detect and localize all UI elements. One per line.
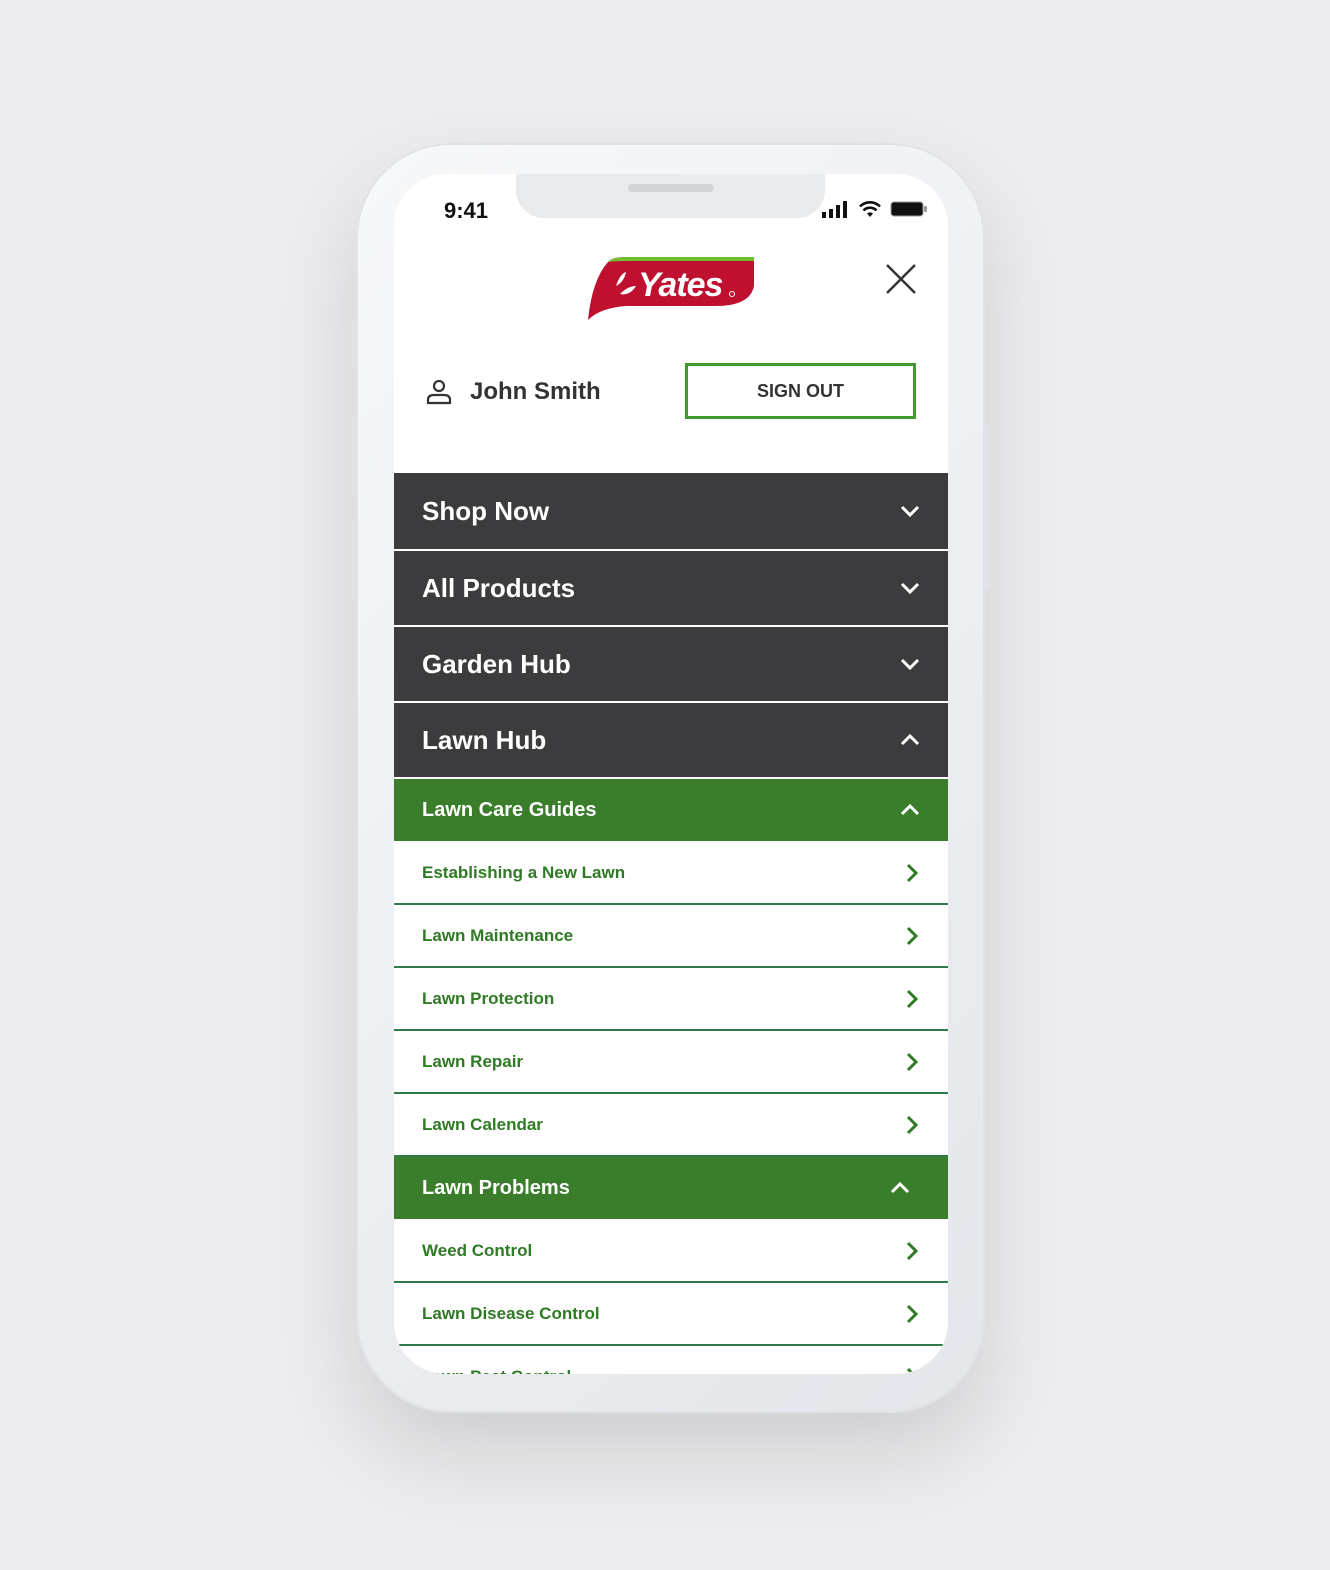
phone-button: [352, 415, 357, 495]
phone-button: [984, 425, 989, 590]
status-icons: [822, 200, 928, 218]
chevron-up-icon: [900, 804, 920, 816]
menu-all-products[interactable]: All Products: [394, 551, 948, 627]
menu-link-item[interactable]: Weed Control: [394, 1220, 948, 1283]
menu-link-label: Lawn Calendar: [422, 1114, 543, 1134]
chevron-right-icon: [906, 989, 918, 1008]
submenu-label: Lawn Care Guides: [422, 798, 597, 821]
phone-button: [352, 520, 357, 600]
menu-link-item[interactable]: Lawn Calendar: [394, 1094, 948, 1157]
menu-link-item[interactable]: Lawn Repair: [394, 1031, 948, 1094]
close-icon[interactable]: [884, 262, 918, 296]
battery-icon: [890, 201, 927, 217]
menu-link-item[interactable]: Lawn Maintenance: [394, 905, 948, 968]
chevron-right-icon: [906, 1304, 918, 1323]
menu-lawn-hub[interactable]: Lawn Hub: [394, 703, 948, 779]
menu-link-label: Lawn Disease Control: [422, 1303, 600, 1323]
chevron-right-icon: [906, 1052, 918, 1071]
chevron-up-icon: [890, 1182, 910, 1194]
nav-menu: Shop Now All Products Garden Hub Lawn Hu…: [394, 473, 948, 1374]
menu-link-item[interactable]: Lawn Pest Control: [394, 1346, 948, 1374]
signal-icon: [822, 201, 847, 218]
menu-garden-hub[interactable]: Garden Hub: [394, 627, 948, 703]
chevron-right-icon: [906, 1115, 918, 1134]
submenu-lawn-care-guides[interactable]: Lawn Care Guides: [394, 779, 948, 842]
logo-text: Yates: [638, 266, 723, 304]
chevron-up-icon: [900, 734, 920, 746]
sign-out-button[interactable]: SIGN OUT: [685, 363, 916, 419]
phone-screen: 9:41 Yates John Smith SIGN OUT Shop Now …: [394, 174, 948, 1374]
user-name: John Smith: [470, 378, 601, 405]
menu-link-label: Lawn Pest Control: [422, 1367, 571, 1375]
yates-logo[interactable]: Yates: [586, 256, 758, 322]
user-info: John Smith: [426, 378, 601, 406]
phone-button: [352, 320, 357, 368]
notch: [516, 174, 825, 218]
status-time: 9:41: [444, 198, 489, 223]
menu-link-label: Weed Control: [422, 1240, 533, 1260]
speaker: [628, 184, 714, 192]
menu-link-label: Lawn Repair: [422, 1051, 524, 1071]
menu-label: All Products: [422, 572, 576, 603]
menu-link-label: Establishing a New Lawn: [422, 862, 626, 882]
menu-label: Shop Now: [422, 495, 550, 526]
menu-link-label: Lawn Protection: [422, 988, 555, 1008]
submenu-label: Lawn Problems: [422, 1176, 570, 1199]
wifi-icon: [859, 201, 881, 217]
chevron-right-icon: [906, 1367, 916, 1374]
menu-link-item[interactable]: Lawn Disease Control: [394, 1283, 948, 1346]
menu-label: Garden Hub: [422, 648, 571, 679]
chevron-down-icon: [900, 505, 920, 517]
chevron-down-icon: [900, 658, 920, 670]
menu-link-item[interactable]: Lawn Protection: [394, 968, 948, 1031]
chevron-right-icon: [906, 863, 918, 882]
menu-shop-now[interactable]: Shop Now: [394, 473, 948, 551]
menu-link-label: Lawn Maintenance: [422, 925, 574, 945]
menu-label: Lawn Hub: [422, 724, 547, 755]
chevron-down-icon: [900, 582, 920, 594]
menu-link-item[interactable]: Establishing a New Lawn: [394, 842, 948, 905]
chevron-right-icon: [906, 926, 918, 945]
chevron-right-icon: [906, 1241, 918, 1260]
user-icon: [426, 379, 452, 405]
submenu-lawn-problems[interactable]: Lawn Problems: [394, 1157, 948, 1220]
